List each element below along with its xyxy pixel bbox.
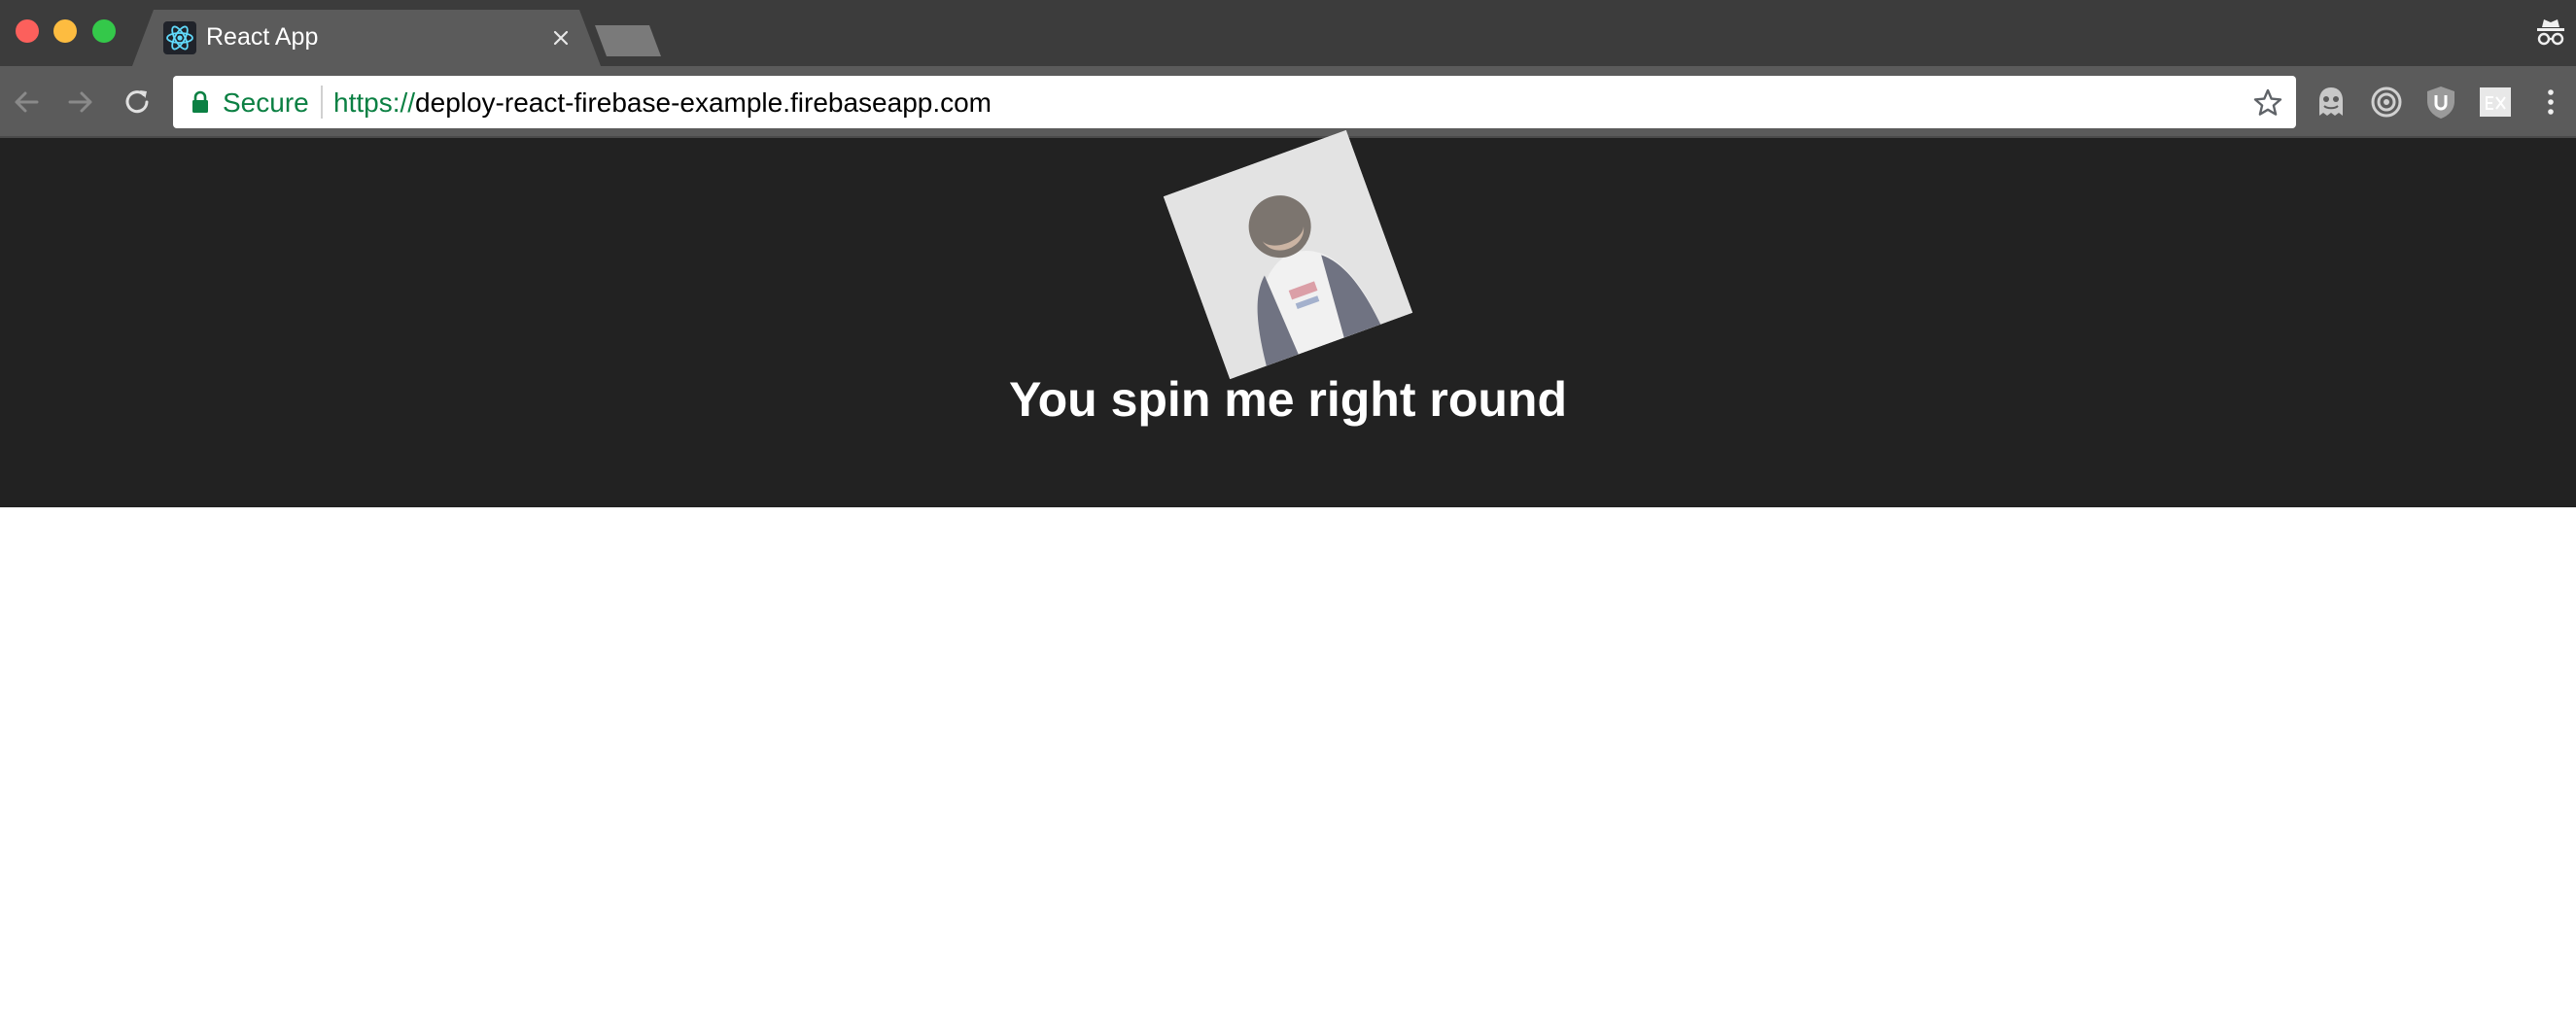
tab-title: React App <box>206 23 319 51</box>
react-logo-icon <box>163 21 196 54</box>
incognito-icon <box>2533 14 2568 49</box>
browser-toolbar: Secure https://deploy-react-firebase-exa… <box>0 66 2576 138</box>
omnibox-divider <box>321 86 323 119</box>
bookmark-star-icon[interactable] <box>2251 86 2284 120</box>
tab-react-app[interactable]: React App <box>132 10 601 66</box>
new-tab-button[interactable] <box>595 25 661 56</box>
more-menu-icon[interactable] <box>2539 84 2562 121</box>
reload-icon[interactable] <box>119 84 156 121</box>
ex-icon[interactable] <box>2477 84 2514 121</box>
ublock-icon[interactable] <box>2422 84 2459 121</box>
page-viewport: You spin me right round <box>0 129 2576 1036</box>
window-minimize-button[interactable] <box>53 19 77 43</box>
address-bar[interactable]: Secure https://deploy-react-firebase-exa… <box>173 76 2296 128</box>
lock-icon <box>189 89 212 115</box>
forward-arrow-icon[interactable] <box>62 84 99 121</box>
back-arrow-icon[interactable] <box>8 84 45 121</box>
url-scheme: https:// <box>333 87 416 118</box>
app-header: You spin me right round <box>0 129 2576 507</box>
target-icon[interactable] <box>2368 84 2405 121</box>
url-text[interactable]: https://deploy-react-firebase-example.fi… <box>333 87 992 119</box>
app-title: You spin me right round <box>1008 372 1568 427</box>
window-maximize-button[interactable] <box>92 19 116 43</box>
close-tab-icon[interactable] <box>548 25 574 51</box>
window-close-button[interactable] <box>16 19 39 43</box>
spinning-logo-image <box>1163 129 1413 380</box>
ghostery-icon[interactable] <box>2313 84 2350 121</box>
url-host: deploy-react-firebase-example.firebaseap… <box>415 87 992 118</box>
secure-label[interactable]: Secure <box>223 87 309 119</box>
browser-titlebar: React App <box>0 0 2576 66</box>
